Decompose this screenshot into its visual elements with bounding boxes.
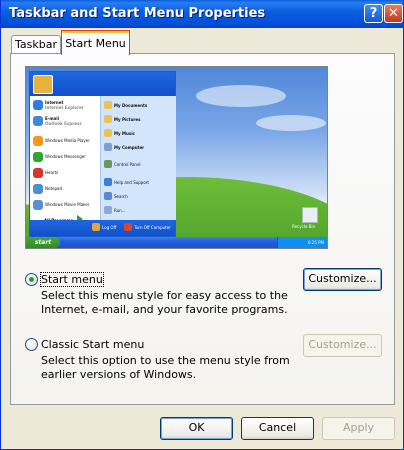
email-icon (33, 116, 43, 126)
preview-item-my-computer: My Computer (114, 145, 145, 150)
preview-item-my-documents: My Documents (114, 103, 148, 108)
ok-button[interactable]: OK (160, 417, 233, 440)
preview-item-control-panel: Control Panel (114, 162, 141, 167)
start-menu-description: Select this menu style for easy access t… (41, 289, 288, 316)
preview-item-help-support: Help and Support (114, 180, 149, 185)
preview-item-my-pictures: My Pictures (114, 117, 141, 122)
control-panel-icon (104, 160, 112, 168)
preview-clock: 6:25 PM (307, 240, 324, 245)
preview-start-button: start (26, 237, 60, 248)
media-player-icon (33, 136, 43, 146)
tab-taskbar-label: Taskbar (15, 38, 57, 51)
customize-classic-menu-button[interactable]: Customize... (303, 334, 382, 357)
tab-start-menu-label: Start Menu (65, 37, 126, 50)
customize-start-menu-button[interactable]: Customize... (303, 268, 382, 291)
preview-item-notepad: Notepad (45, 186, 62, 191)
help-button[interactable]: ? (364, 4, 383, 23)
messenger-icon (33, 152, 43, 162)
my-pictures-icon (104, 115, 112, 123)
preview-places-list: My Documents My Pictures My Music My Com… (100, 96, 176, 220)
preview-item-internet: Internet Internet Explorer (45, 100, 84, 110)
recycle-bin-icon (302, 207, 318, 223)
notepad-icon (33, 184, 43, 194)
radio-selected-dot (29, 277, 34, 282)
movie-maker-icon (33, 200, 43, 210)
hearts-icon (33, 168, 43, 178)
properties-dialog: Taskbar and Start Menu Properties ? ✕ Ta… (0, 0, 404, 450)
preview-item-email: E-mail Outlook Express (45, 116, 82, 126)
run-icon (104, 206, 112, 214)
title-bar[interactable]: Taskbar and Start Menu Properties ? ✕ (1, 0, 403, 28)
start-menu-preview: Internet Internet Explorer E-mail Outlook … (25, 66, 328, 249)
internet-explorer-icon (33, 100, 43, 110)
user-avatar-icon (33, 75, 53, 94)
classic-start-menu-description: Select this option to use the menu style… (41, 354, 290, 381)
close-button[interactable]: ✕ (384, 4, 403, 23)
tab-taskbar[interactable]: Taskbar (11, 35, 61, 55)
preview-start-menu-footer: Log Off Turn Off Computer (30, 220, 175, 236)
preview-user-header (30, 72, 175, 96)
tab-start-menu[interactable]: Start Menu (61, 30, 130, 55)
start-menu-radio[interactable] (25, 273, 38, 286)
preview-item-my-music: My Music (114, 131, 135, 136)
preview-item-run: Run... (114, 208, 126, 213)
preview-system-tray: 6:25 PM (277, 237, 327, 248)
cancel-button[interactable]: Cancel (241, 417, 314, 440)
help-support-icon (104, 178, 112, 186)
cloud-shape (256, 115, 326, 131)
cloud-shape (196, 85, 286, 107)
log-off-icon (92, 223, 100, 231)
classic-start-menu-radio[interactable] (25, 338, 38, 351)
preview-pinned-programs: Internet Internet Explorer E-mail Outlook … (30, 96, 100, 220)
start-menu-label[interactable]: Start menu (40, 272, 104, 287)
preview-taskbar: start 6:25 PM (26, 237, 327, 248)
preview-item-media-player: Windows Media Player (45, 138, 90, 143)
search-icon (104, 192, 112, 200)
preview-log-off: Log Off (102, 225, 117, 230)
preview-item-movie-maker: Windows Movie Maker (45, 202, 90, 207)
preview-item-hearts: Hearts (45, 170, 59, 175)
recycle-bin-label: Recycle Bin (292, 224, 316, 229)
my-computer-icon (104, 143, 112, 151)
turn-off-icon (124, 223, 132, 231)
apply-button[interactable]: Apply (322, 417, 395, 440)
my-documents-icon (104, 101, 112, 109)
preview-start-menu: Internet Internet Explorer E-mail Outlook … (29, 71, 176, 237)
preview-turn-off: Turn Off Computer (134, 225, 171, 230)
window-title: Taskbar and Start Menu Properties (9, 6, 266, 21)
preview-item-messenger: Windows Messenger (45, 154, 86, 159)
preview-item-search: Search (114, 194, 128, 199)
my-music-icon (104, 129, 112, 137)
classic-start-menu-label[interactable]: Classic Start menu (41, 338, 144, 351)
